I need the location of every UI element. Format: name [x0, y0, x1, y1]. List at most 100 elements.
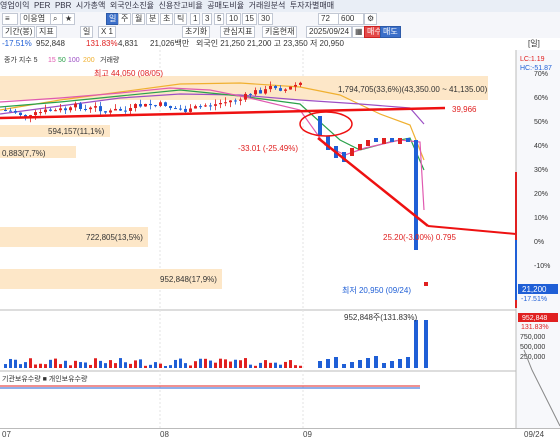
candle-body — [144, 103, 147, 107]
favorite-icon[interactable]: ★ — [62, 13, 75, 25]
stock-code-field[interactable]: 이응엽 — [20, 13, 52, 25]
volume-profile-label: 952,848(17,9%) — [160, 275, 217, 284]
top-menu-item[interactable]: 신용잔고비율 — [159, 1, 203, 10]
panel-label: [일] — [528, 39, 540, 48]
volume-bar — [259, 362, 262, 368]
volume-bar — [390, 361, 394, 368]
ma-legend-suffix: 거래량 — [100, 55, 120, 64]
candle-body — [374, 138, 378, 142]
date-field[interactable]: 2025/09/24 — [306, 26, 352, 38]
interval-10-button[interactable]: 10 — [226, 13, 241, 25]
volume-bar — [104, 363, 107, 368]
top-menu-item[interactable]: 외국인소진율 — [110, 1, 154, 10]
volume-profile-label: 594,157(11,1%) — [48, 127, 105, 136]
volume-bar — [79, 362, 82, 368]
volume-bar — [179, 358, 182, 368]
multiplier-select[interactable]: X 1 — [98, 26, 117, 38]
candle-body — [269, 86, 272, 90]
candle-body — [259, 90, 262, 94]
candle-body — [229, 100, 232, 103]
volume-bar — [224, 359, 227, 368]
candle-body — [424, 282, 428, 286]
period-week-button[interactable]: 주 — [118, 13, 132, 25]
x-axis-label: 09 — [303, 430, 312, 439]
volume-bar — [249, 364, 252, 368]
menu-icon[interactable]: ≡ — [2, 13, 18, 25]
candle-body — [204, 105, 207, 107]
indicator-button[interactable]: 지표 — [36, 26, 57, 38]
change-rate: -17.51% — [2, 39, 32, 48]
interval-15-button[interactable]: 15 — [242, 13, 257, 25]
candle-body — [94, 106, 97, 108]
reset-button[interactable]: 초기화 — [182, 26, 211, 38]
period-count-button[interactable]: 기간(봉) — [2, 26, 36, 38]
candle-body — [382, 138, 386, 144]
period-tick-button[interactable]: 틱 — [174, 13, 188, 25]
volume-bar — [164, 365, 167, 368]
candle-body — [64, 108, 67, 111]
period-month-button[interactable]: 월 — [132, 13, 146, 25]
volume-bar — [9, 358, 12, 368]
current-price-button[interactable]: 키움현재 — [262, 26, 298, 38]
candle-body — [284, 89, 287, 91]
interval-5-button[interactable]: 5 — [214, 13, 225, 25]
volume-bar — [54, 358, 57, 368]
candle-body — [174, 108, 177, 110]
candle-body — [104, 111, 107, 113]
price-chart-canvas[interactable]: 종가 지수 5 15 50 100 200 거래량 최고 44,050 (08/… — [0, 50, 560, 430]
volume-bar — [129, 363, 132, 368]
volume-bar — [174, 359, 177, 368]
count-input[interactable]: 600 — [338, 13, 364, 25]
candle-body — [294, 84, 297, 87]
volume-bar — [274, 362, 277, 368]
volume-bar — [318, 361, 322, 368]
volume-bar — [109, 360, 112, 368]
volume-bar — [406, 357, 410, 368]
price-summary: 외국인 21,250 21,200 고 23,350 저 20,950 — [196, 39, 345, 48]
volume-bar — [119, 358, 122, 368]
candle-body — [169, 106, 172, 109]
top-menu-item[interactable]: 공매도비율 — [207, 1, 244, 10]
top-menu-item[interactable]: PBR — [55, 1, 71, 10]
candle-body — [164, 102, 167, 107]
interval-3-button[interactable]: 3 — [202, 13, 213, 25]
period-second-button[interactable]: 초 — [160, 13, 174, 25]
volume-bar — [4, 364, 7, 368]
volume-profile-label: 722,805(13,5%) — [86, 233, 143, 242]
volume-bar — [64, 360, 67, 368]
volume-bar — [234, 359, 237, 368]
volume-ratio: 131.83% — [86, 39, 118, 48]
top-menu-item[interactable]: PER — [34, 1, 50, 10]
interval-1-button[interactable]: 1 — [190, 13, 201, 25]
candle-body — [134, 104, 137, 109]
settings-icon[interactable]: ⚙ — [364, 13, 378, 25]
candle-body — [159, 102, 162, 106]
period-minute-button[interactable]: 분 — [146, 13, 160, 25]
candle-body — [254, 90, 257, 95]
turnover-value: 4,831 — [118, 39, 139, 48]
volume-bar — [199, 358, 202, 368]
sell-button[interactable]: 매도 — [380, 26, 401, 38]
volume-bar — [424, 320, 428, 368]
volume-current-value: 952,848 — [522, 315, 547, 322]
top-menu-item[interactable]: 영업이익 — [0, 1, 29, 10]
candle-body — [179, 108, 182, 110]
volume-annotation: 952,848주(131.83%) — [344, 313, 418, 322]
top-menu-item[interactable]: 거래원분석 — [249, 1, 286, 10]
candle-body — [199, 106, 202, 108]
volume-bar — [264, 360, 267, 368]
watch-indicator-button[interactable]: 관심지표 — [220, 26, 256, 38]
volume-bar — [284, 361, 287, 368]
period-input[interactable]: 72 — [318, 13, 340, 25]
volume-bar — [209, 360, 212, 368]
top-menu-item[interactable]: 투자자별매매 — [290, 1, 334, 10]
top-menu-item[interactable]: 시가총액 — [76, 1, 105, 10]
candle-body — [189, 108, 192, 112]
day-select[interactable]: 일 — [80, 26, 94, 38]
volume-bar — [289, 360, 292, 368]
candle-body — [406, 138, 410, 142]
interval-30-button[interactable]: 30 — [258, 13, 273, 25]
volume-bar — [204, 358, 207, 368]
candle-body — [139, 104, 142, 107]
candle-body — [69, 107, 72, 111]
